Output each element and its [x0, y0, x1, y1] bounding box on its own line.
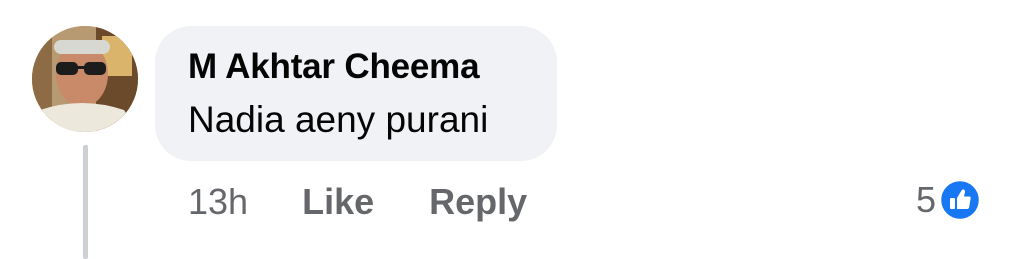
thumbs-up-icon [938, 178, 982, 222]
avatar-photo [32, 26, 138, 132]
comment-actions: 13h Like Reply [188, 180, 582, 224]
thread-line [83, 145, 88, 259]
reaction-count: 5 [916, 179, 937, 220]
comment-text: Nadia aeny purani [188, 99, 489, 140]
comment-author[interactable]: M Akhtar Cheema [188, 47, 480, 87]
comment-thread: M Akhtar Cheema Nadia aeny purani 13h Li… [0, 0, 1024, 259]
comment-timestamp[interactable]: 13h [188, 181, 248, 223]
like-button[interactable]: Like [302, 181, 374, 223]
reply-button[interactable]: Reply [429, 181, 527, 223]
reaction-summary[interactable]: 5 [916, 178, 982, 222]
comment-bubble: M Akhtar Cheema Nadia aeny purani [155, 26, 557, 161]
avatar[interactable] [32, 26, 138, 132]
